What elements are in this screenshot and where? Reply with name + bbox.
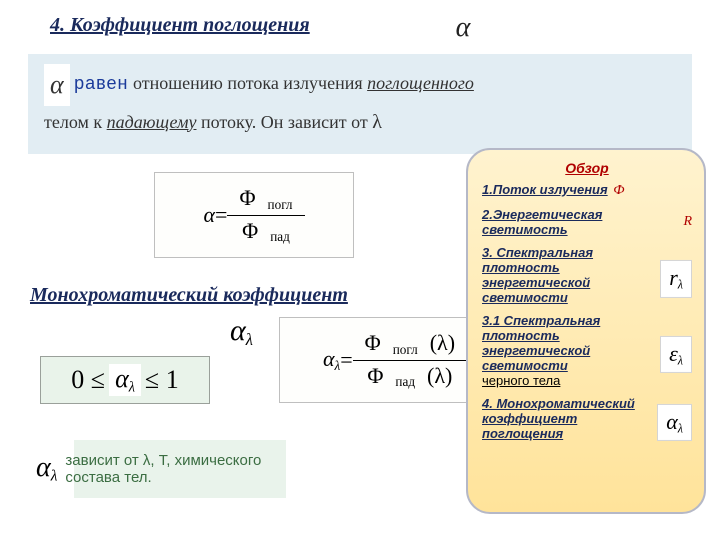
word-incident: падающему <box>107 112 197 132</box>
s5-sub: λ <box>678 421 683 435</box>
f1-fraction: Φпогл Φпад <box>227 185 304 246</box>
f2-num-arg: (λ) <box>424 330 461 355</box>
word-equals: равен <box>74 73 128 93</box>
page-title: 4. Коэффициент поглощения <box>50 14 310 37</box>
definition-box: α равен отношению потока излучения погло… <box>28 54 692 154</box>
monochromatic-title: Монохроматический коэффициент <box>30 284 348 307</box>
sidebar-item-2-label: 2.Энергетическая светимость <box>482 207 648 237</box>
b-a: α <box>115 364 129 393</box>
n-sub: λ <box>51 468 58 485</box>
f1-eq: = <box>215 202 227 228</box>
bounds-lo: 0 ≤ <box>71 365 105 395</box>
sidebar-title: Обзор <box>482 160 692 176</box>
s3-a: r <box>669 265 678 290</box>
f1-num: Φ <box>233 185 261 210</box>
sidebar-item-4-sym: ελ <box>660 335 692 373</box>
bounds-hi: ≤ 1 <box>145 365 179 395</box>
sidebar-item-1-label: 1.Поток излучения <box>482 182 608 197</box>
sidebar-overview: Обзор 1.Поток излучения Ф 2.Энергетическ… <box>466 148 706 514</box>
f1-den-sub: пад <box>264 229 296 244</box>
sidebar-item-5-sym: αλ <box>657 403 692 441</box>
alpha-lambda-symbol: αλ <box>226 314 257 350</box>
f2-num-sub: погл <box>387 342 424 357</box>
sidebar-item-4-extra: черного тела <box>482 373 560 388</box>
def-text-1: отношению потока излучения <box>129 73 368 93</box>
lambda-symbol: λ <box>372 111 382 133</box>
sidebar-item-2-sym: R <box>683 214 692 230</box>
s3-sub: λ <box>678 278 683 292</box>
sidebar-item-3-sym: rλ <box>660 260 692 298</box>
alpha-symbol-top: α <box>442 12 484 44</box>
sidebar-item-3-label: 3. Спектральная плотность энергетической… <box>482 245 648 305</box>
f2-fraction: Φпогл(λ) Φпад(λ) <box>353 330 467 391</box>
f2-den-sub: пад <box>389 374 421 389</box>
f1-lhs: α <box>203 202 215 228</box>
f1-den: Φ <box>236 218 264 243</box>
al-sub: λ <box>246 330 253 349</box>
note-text: зависит от λ, Т, химического состава тел… <box>65 452 280 486</box>
word-absorbed: поглощенного <box>367 73 474 93</box>
sidebar-item-4-label: 3.1 Спектральная плотность энергетическо… <box>482 313 648 373</box>
sidebar-item-3[interactable]: 3. Спектральная плотность энергетической… <box>482 245 692 305</box>
def-text-2: телом к <box>44 112 107 132</box>
f2-lhs: αλ <box>323 346 340 374</box>
s4-sub: λ <box>678 353 683 367</box>
bounds-alpha: αλ <box>109 364 141 396</box>
sidebar-item-1-sym: Ф <box>613 183 624 198</box>
sidebar-item-1[interactable]: 1.Поток излучения Ф <box>482 182 692 199</box>
sidebar-item-2[interactable]: 2.Энергетическая светимость R <box>482 207 692 237</box>
sidebar-item-5[interactable]: 4. Монохроматический коэффициент поглоще… <box>482 396 692 441</box>
f2-lhs-a: α <box>323 346 335 371</box>
al-a: α <box>230 314 246 347</box>
fraction-bar <box>353 360 467 361</box>
sidebar-item-4[interactable]: 3.1 Спектральная плотность энергетическо… <box>482 313 692 388</box>
def-text-3: потоку. Он зависит от <box>197 112 373 132</box>
fraction-bar <box>227 215 304 216</box>
f2-eq: = <box>340 347 352 373</box>
formula-alpha: α = Φпогл Φпад <box>154 172 354 258</box>
n-a: α <box>36 452 51 483</box>
s4-a: ε <box>669 340 678 365</box>
f2-num: Φ <box>359 330 387 355</box>
s5-a: α <box>666 408 678 433</box>
alpha-inline: α <box>44 64 70 106</box>
note-box: αλ зависит от λ, Т, химического состава … <box>30 440 286 498</box>
bounds-box: 0 ≤ αλ ≤ 1 <box>40 356 210 404</box>
f2-den: Φ <box>361 363 389 388</box>
f1-num-sub: погл <box>262 197 299 212</box>
b-sub: λ <box>129 379 135 395</box>
f2-den-arg: (λ) <box>421 363 458 388</box>
sidebar-item-5-label: 4. Монохроматический коэффициент поглоще… <box>482 396 648 441</box>
note-alpha: αλ <box>36 452 65 486</box>
